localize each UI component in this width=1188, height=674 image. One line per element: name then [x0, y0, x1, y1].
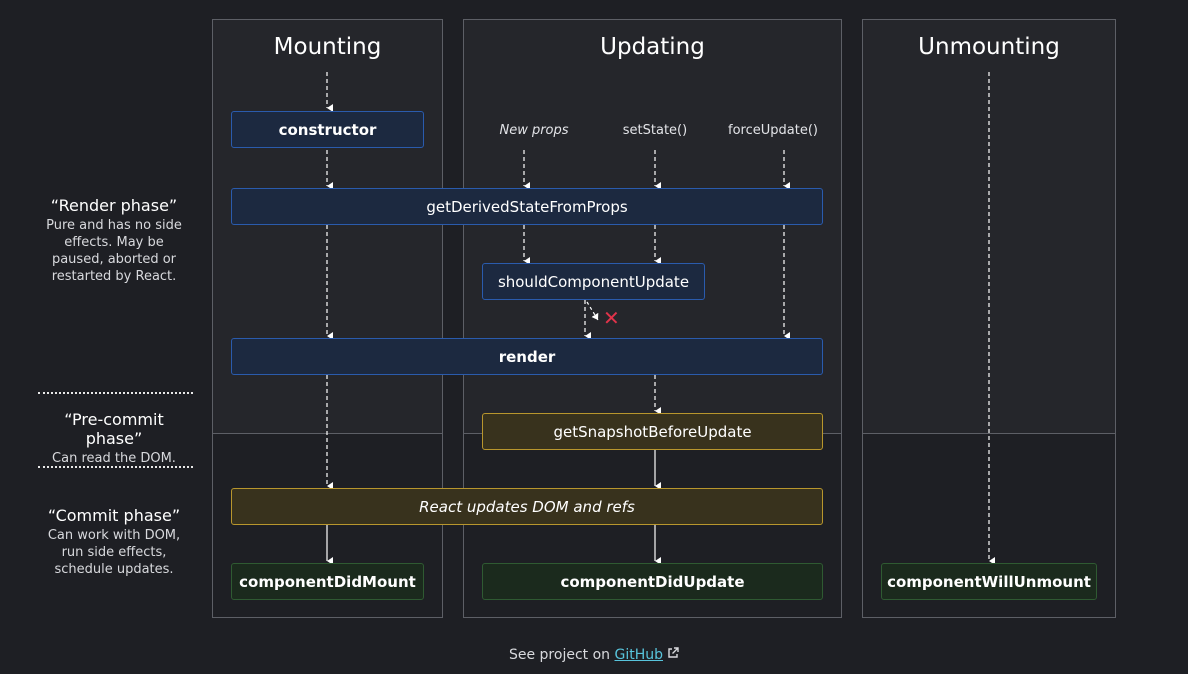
trigger-set-state: setState()	[622, 123, 688, 138]
render-phase-label: “Render phase” Pure and has no side effe…	[35, 196, 193, 285]
get-snapshot-node[interactable]: getSnapshotBeforeUpdate	[482, 413, 823, 450]
precommit-phase-label: “Pre-commit phase” Can read the DOM.	[35, 410, 193, 467]
should-component-update-node[interactable]: shouldComponentUpdate	[482, 263, 705, 300]
commit-phase-description: Can work with DOM, run side effects, sch…	[47, 528, 181, 577]
precommit-phase-title: “Pre-commit phase”	[64, 410, 164, 448]
component-did-update-node[interactable]: componentDidUpdate	[482, 563, 823, 600]
commit-phase-label: “Commit phase” Can work with DOM, run si…	[35, 506, 193, 578]
trigger-force-update: forceUpdate()	[728, 123, 818, 138]
commit-phase-title: “Commit phase”	[47, 506, 181, 525]
arrow-scu-cancel	[586, 301, 599, 321]
footer: See project on GitHub	[0, 647, 1188, 663]
render-phase-title: “Render phase”	[50, 196, 178, 215]
external-link-icon[interactable]	[667, 647, 679, 663]
cancel-x-icon: ✕	[603, 306, 620, 330]
footer-prefix: See project on	[508, 647, 615, 663]
constructor-node[interactable]: constructor	[231, 111, 424, 148]
github-link[interactable]: GitHub	[614, 647, 663, 663]
phase-separator	[38, 392, 193, 394]
phase-separator	[38, 466, 193, 468]
trigger-new-props: New props	[499, 123, 569, 138]
precommit-phase-description: Can read the DOM.	[52, 451, 176, 466]
get-derived-state-node[interactable]: getDerivedStateFromProps	[231, 188, 823, 225]
component-did-mount-node[interactable]: componentDidMount	[231, 563, 424, 600]
render-phase-description: Pure and has no side effects. May be pau…	[46, 218, 182, 284]
react-updates-dom-node: React updates DOM and refs	[231, 488, 823, 525]
component-will-unmount-node[interactable]: componentWillUnmount	[881, 563, 1097, 600]
render-node[interactable]: render	[231, 338, 823, 375]
